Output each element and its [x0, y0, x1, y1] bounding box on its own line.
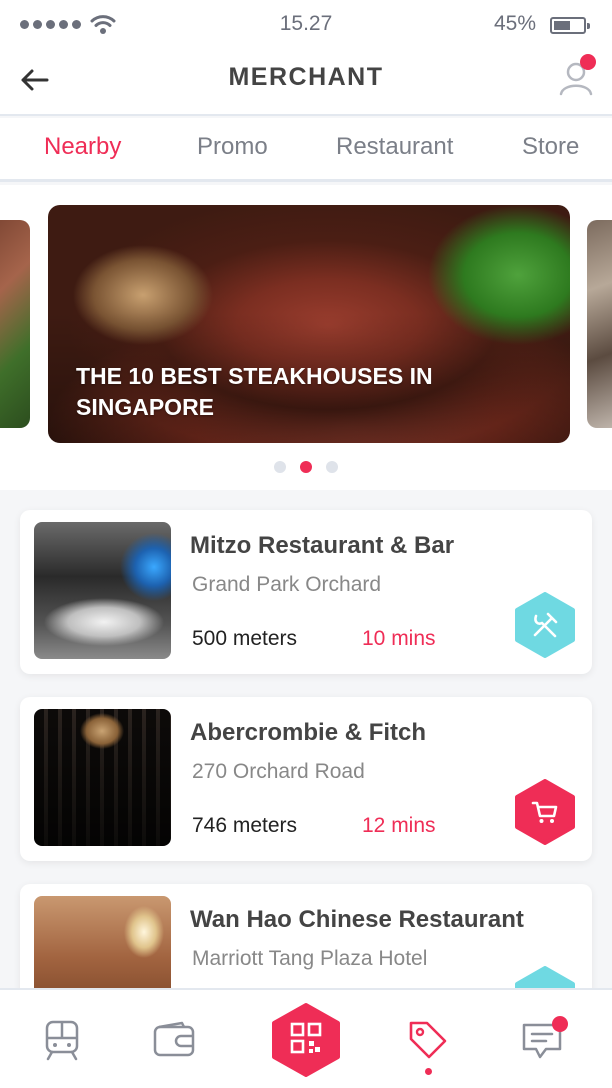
notification-badge: [580, 54, 596, 70]
carousel-slide-next[interactable]: [587, 220, 612, 428]
featured-carousel: THE 10 BEST STEAKHOUSES IN SINGAPORE: [0, 185, 612, 490]
wallet-icon: [153, 1021, 195, 1057]
train-icon: [45, 1020, 79, 1061]
merchant-photo: [34, 522, 171, 659]
merchant-name: Wan Hao Chinese Restaurant: [190, 906, 524, 933]
category-badge[interactable]: [514, 779, 576, 845]
category-badge[interactable]: [514, 592, 576, 658]
nav-messages[interactable]: [502, 990, 582, 1088]
status-bar: 15.27 45%: [0, 0, 612, 50]
merchant-card[interactable]: Mitzo Restaurant & Bar Grand Park Orchar…: [20, 510, 592, 674]
active-indicator: [425, 1068, 432, 1075]
carousel-pagination: [0, 461, 612, 473]
carousel-dot[interactable]: [274, 461, 286, 473]
bottom-navigation: [0, 988, 612, 1088]
merchant-distance: 746 meters: [192, 814, 298, 837]
tab-nearby[interactable]: Nearby: [44, 133, 121, 161]
tab-restaurant[interactable]: Restaurant: [336, 133, 453, 161]
carousel-dot-active[interactable]: [300, 461, 312, 473]
carousel-slide-previous[interactable]: [0, 220, 30, 428]
merchant-address: 270 Orchard Road: [192, 760, 365, 783]
merchant-name: Abercrombie & Fitch: [190, 719, 427, 746]
merchant-eta: 12 mins: [362, 814, 436, 837]
carousel-slide-featured[interactable]: THE 10 BEST STEAKHOUSES IN SINGAPORE: [48, 205, 570, 443]
battery-percentage: 45%: [493, 12, 536, 35]
cart-icon: [531, 801, 558, 823]
profile-button[interactable]: [554, 54, 598, 98]
carousel-dot[interactable]: [326, 461, 338, 473]
merchant-distance: 500 meters: [192, 627, 298, 650]
qr-code-icon: [272, 1003, 340, 1077]
merchant-name: Mitzo Restaurant & Bar: [190, 532, 455, 559]
tag-icon: [409, 1021, 447, 1059]
nav-transport[interactable]: [22, 990, 102, 1088]
tab-store[interactable]: Store: [522, 133, 579, 161]
notification-badge: [552, 1016, 568, 1032]
page-title: MERCHANT: [228, 63, 384, 91]
app-header: MERCHANT: [0, 50, 612, 116]
nav-scan-qr[interactable]: [266, 990, 346, 1088]
nav-deals[interactable]: [388, 990, 468, 1088]
merchant-address: Marriott Tang Plaza Hotel: [192, 947, 428, 970]
battery-icon: [550, 17, 590, 34]
merchant-photo: [34, 709, 171, 846]
merchant-address: Grand Park Orchard: [192, 573, 382, 596]
featured-title: THE 10 BEST STEAKHOUSES IN SINGAPORE: [76, 363, 433, 420]
tab-promo[interactable]: Promo: [197, 133, 268, 161]
fork-knife-icon: [533, 612, 558, 638]
merchant-card[interactable]: Abercrombie & Fitch 270 Orchard Road 746…: [20, 697, 592, 861]
merchant-eta: 10 mins: [362, 627, 436, 650]
nav-wallet[interactable]: [134, 990, 214, 1088]
category-tabs: Nearby Promo Restaurant Store: [0, 118, 612, 182]
